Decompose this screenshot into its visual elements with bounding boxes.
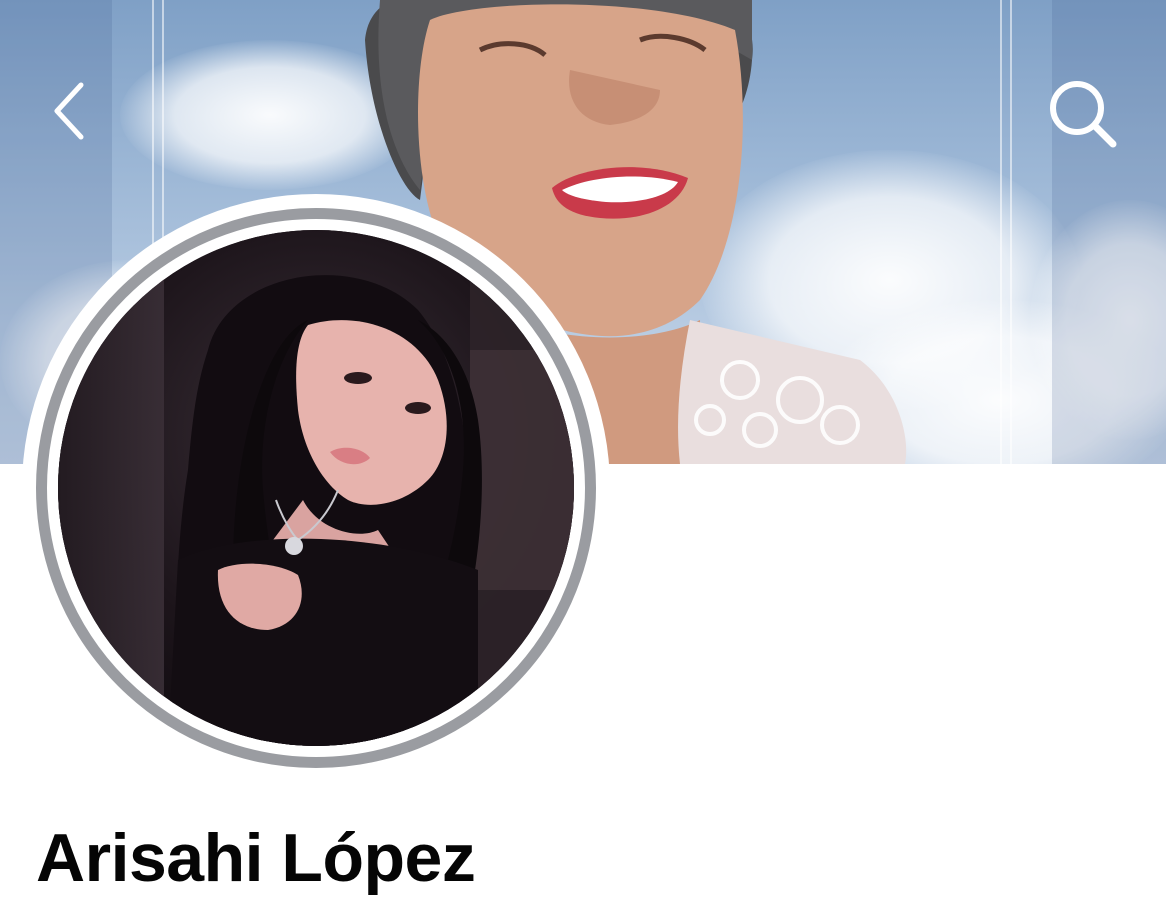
profile-screen: Arisahi López (0, 0, 1166, 921)
avatar-person-image (58, 230, 574, 746)
avatar-photo (58, 230, 574, 746)
back-button[interactable] (40, 78, 98, 144)
profile-name: Arisahi López (36, 820, 476, 896)
profile-avatar[interactable] (22, 194, 610, 782)
chevron-left-icon (54, 82, 84, 140)
search-icon (1050, 81, 1117, 148)
search-button[interactable] (1040, 74, 1126, 154)
